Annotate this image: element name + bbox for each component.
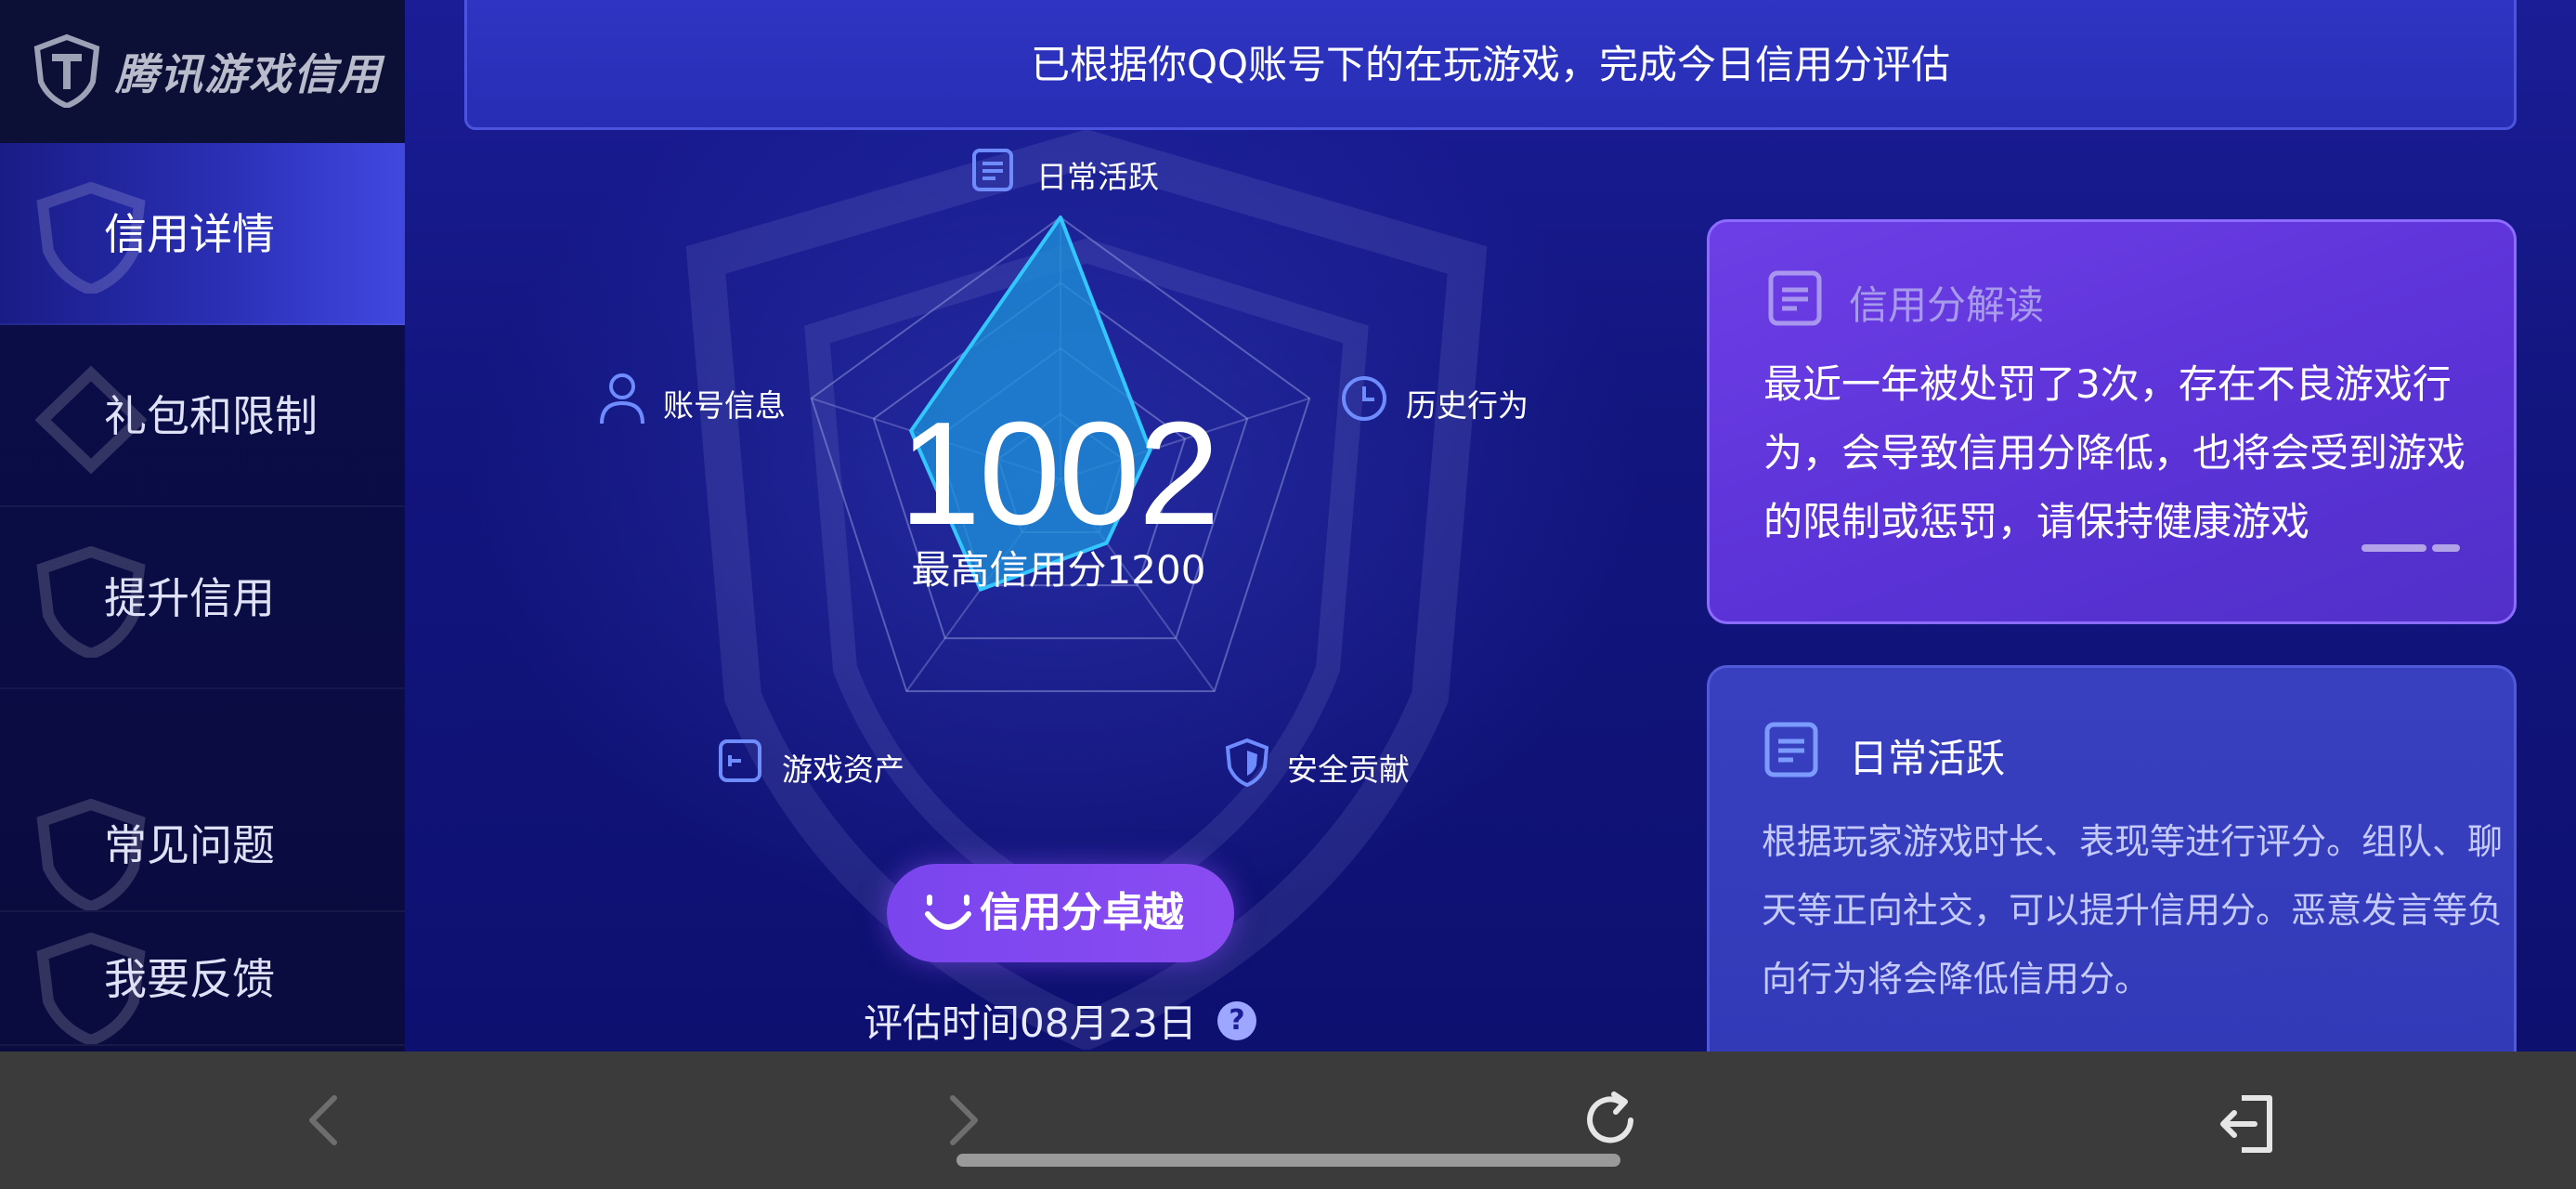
credit-level-badge[interactable]: 信用分卓越 — [887, 864, 1234, 962]
sidebar-item-gifts-restrictions[interactable]: 礼包和限制 — [0, 325, 405, 507]
browser-toolbar — [0, 1052, 2576, 1189]
card-body-text: 最近一年被处罚了3次，存在不良游戏行为，会导致信用分降低，也将会受到游戏的限制或… — [1763, 361, 2466, 544]
evaluation-time: 评估时间08月23日 — [864, 1000, 1197, 1046]
clock-icon — [1342, 376, 1386, 421]
document-icon — [972, 149, 1013, 191]
sidebar-item-label: 我要反馈 — [104, 954, 275, 1004]
exit-icon[interactable] — [2210, 1087, 2284, 1161]
sidebar-item-improve-credit[interactable]: 提升信用 — [0, 507, 405, 689]
forward-icon[interactable] — [927, 1083, 1001, 1157]
smile-icon — [925, 895, 971, 930]
sidebar-item-label: 信用详情 — [104, 209, 275, 259]
tencent-credit-logo-icon — [33, 33, 100, 108]
document-icon — [1764, 722, 1818, 777]
help-icon[interactable]: ? — [1217, 1001, 1256, 1040]
scroll-indicator — [2361, 538, 2465, 555]
evaluation-banner: 已根据你QQ账号下的在玩游戏，完成今日信用分评估 — [464, 0, 2517, 130]
radar-axis-label-history: 历史行为 — [1406, 387, 1529, 424]
radar-axis-label-security: 安全贡献 — [1287, 751, 1410, 788]
refresh-icon[interactable] — [1573, 1083, 1647, 1157]
max-credit-score-label: 最高信用分1200 — [911, 547, 1206, 593]
sidebar-item-faq[interactable]: 常见问题 — [0, 778, 405, 912]
radar-axis-label-account: 账号信息 — [663, 387, 786, 424]
credit-score: 1002 — [899, 392, 1220, 555]
radar-axis-label-daily: 日常活跃 — [1036, 159, 1159, 195]
credit-level-label: 信用分卓越 — [980, 889, 1184, 936]
back-icon[interactable] — [286, 1083, 360, 1157]
user-icon — [600, 373, 644, 425]
sidebar-item-label: 提升信用 — [104, 573, 275, 623]
radar-axis-label-assets: 游戏资产 — [782, 751, 904, 788]
logo-bar: 腾讯游戏信用 — [0, 0, 405, 143]
sidebar-item-feedback[interactable]: 我要反馈 — [0, 912, 405, 1046]
logo-text: 腾讯游戏信用 — [115, 49, 383, 99]
home-indicator — [956, 1154, 1620, 1167]
sidebar: 腾讯游戏信用 信用详情 礼包和限制 提升信用 常见问题 我要反馈 — [0, 0, 405, 1052]
sidebar-item-label: 常见问题 — [104, 820, 275, 870]
sidebar-item-label: 礼包和限制 — [104, 391, 318, 441]
sidebar-item-credit-details[interactable]: 信用详情 — [0, 143, 405, 325]
document-icon — [1768, 270, 1822, 326]
card-title: 日常活跃 — [1849, 736, 2006, 781]
card-title: 信用分解读 — [1849, 282, 2045, 328]
shield-icon — [1225, 738, 1269, 788]
card-body-text: 根据玩家游戏时长、表现等进行评分。组队、聊天等正向社交，可以提升信用分。恶意发言… — [1762, 821, 2504, 1000]
daily-activity-card: 日常活跃 根据玩家游戏时长、表现等进行评分。组队、聊天等正向社交，可以提升信用分… — [1707, 665, 2517, 1065]
credit-interpretation-card: 信用分解读 最近一年被处罚了3次，存在不良游戏行为，会导致信用分降低，也将会受到… — [1707, 219, 2517, 624]
wallet-icon — [719, 739, 761, 782]
